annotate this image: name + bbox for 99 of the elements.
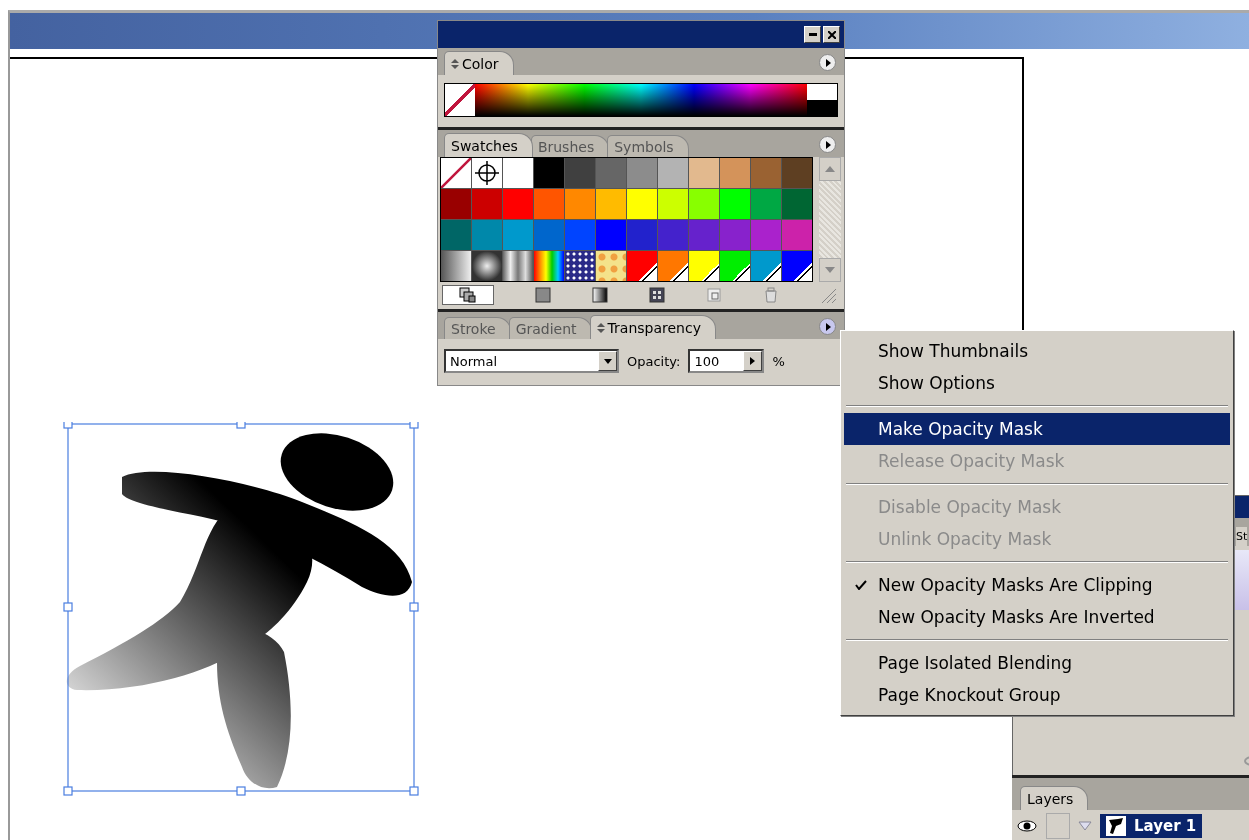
- triangle-right-icon: [823, 140, 832, 149]
- layer-thumbnail-icon: [1106, 816, 1126, 836]
- color-swatch[interactable]: [503, 220, 533, 250]
- menu-item[interactable]: Show Options: [844, 367, 1230, 399]
- blend-mode-dropdown[interactable]: Normal: [444, 349, 619, 373]
- swatch-kinds-icon[interactable]: [442, 285, 494, 305]
- color-swatch[interactable]: [689, 251, 719, 281]
- opacity-label: Opacity:: [627, 353, 681, 369]
- panel-tab[interactable]: Symbols: [607, 135, 689, 157]
- new-swatch-icon[interactable]: [706, 287, 722, 303]
- panel-tab[interactable]: Stroke: [444, 317, 511, 339]
- trash-icon[interactable]: [763, 287, 779, 303]
- dropdown-arrow-icon: [603, 358, 612, 364]
- minimize-icon: [808, 33, 817, 36]
- resize-grip-icon[interactable]: [820, 287, 836, 303]
- color-swatch[interactable]: [751, 220, 781, 250]
- color-swatch[interactable]: [751, 158, 781, 188]
- color-swatch[interactable]: [627, 158, 657, 188]
- color-swatch[interactable]: [782, 220, 812, 250]
- color-spectrum[interactable]: [475, 84, 807, 116]
- color-swatch[interactable]: [658, 251, 688, 281]
- color-swatch[interactable]: [596, 220, 626, 250]
- menu-item[interactable]: New Opacity Masks Are Clipping: [844, 569, 1230, 601]
- panel-menu-button[interactable]: [819, 54, 836, 71]
- menu-item[interactable]: Page Isolated Blending: [844, 647, 1230, 679]
- color-swatch[interactable]: [689, 220, 719, 250]
- gradient-swatch-icon[interactable]: [592, 287, 608, 303]
- scroll-bar[interactable]: [819, 157, 841, 282]
- color-swatch[interactable]: [534, 251, 564, 281]
- color-swatch[interactable]: [751, 189, 781, 219]
- color-swatch[interactable]: [565, 189, 595, 219]
- color-swatch[interactable]: [534, 189, 564, 219]
- color-swatch[interactable]: [472, 220, 502, 250]
- color-swatch[interactable]: [441, 220, 471, 250]
- slider-arrow-icon: [750, 357, 756, 365]
- color-swatch-icon[interactable]: [535, 287, 551, 303]
- menu-item[interactable]: New Opacity Masks Are Inverted: [844, 601, 1230, 633]
- color-swatch[interactable]: [782, 158, 812, 188]
- panel-tab[interactable]: St: [1236, 527, 1248, 546]
- color-swatch[interactable]: [720, 158, 750, 188]
- panel-tab[interactable]: Layers: [1020, 786, 1089, 810]
- none-color-icon[interactable]: [445, 84, 475, 116]
- color-swatch[interactable]: [472, 251, 502, 281]
- triangle-right-icon: [823, 322, 832, 331]
- color-swatch[interactable]: [658, 189, 688, 219]
- color-swatch[interactable]: [503, 158, 533, 188]
- color-swatch[interactable]: [658, 220, 688, 250]
- color-swatch[interactable]: [720, 251, 750, 281]
- color-swatch[interactable]: [627, 251, 657, 281]
- pattern-swatch-icon[interactable]: [649, 287, 665, 303]
- color-swatch[interactable]: [751, 251, 781, 281]
- default-color-swatch[interactable]: [807, 84, 837, 116]
- minimize-button[interactable]: [804, 26, 821, 43]
- panel-tab[interactable]: Swatches: [444, 133, 533, 157]
- color-swatch[interactable]: [565, 220, 595, 250]
- color-swatch[interactable]: [689, 158, 719, 188]
- panel-menu-button[interactable]: [819, 136, 836, 153]
- close-icon: [827, 30, 836, 39]
- panel-menu-button[interactable]: [819, 318, 836, 335]
- panel-tab[interactable]: Gradient: [508, 317, 592, 339]
- eye-icon[interactable]: [1016, 817, 1038, 835]
- lock-toggle[interactable]: [1046, 813, 1070, 839]
- color-swatch[interactable]: [441, 251, 471, 281]
- expand-triangle-icon[interactable]: [1078, 821, 1092, 831]
- color-swatch[interactable]: [689, 189, 719, 219]
- color-swatch[interactable]: [565, 251, 595, 281]
- color-swatch[interactable]: [503, 251, 533, 281]
- percent-label: %: [772, 353, 785, 369]
- color-swatch[interactable]: [503, 189, 533, 219]
- layer-row[interactable]: Layer 1: [1100, 814, 1203, 838]
- color-swatch[interactable]: [658, 158, 688, 188]
- color-swatch[interactable]: [441, 158, 471, 188]
- color-swatch[interactable]: [720, 220, 750, 250]
- expand-arrows-icon: [596, 322, 605, 333]
- color-swatch[interactable]: [720, 189, 750, 219]
- panel-title-bar[interactable]: [438, 21, 844, 48]
- menu-item[interactable]: Make Opacity Mask: [844, 413, 1230, 445]
- color-swatch[interactable]: [627, 220, 657, 250]
- color-swatch[interactable]: [472, 158, 502, 188]
- color-swatch[interactable]: [441, 189, 471, 219]
- color-swatch[interactable]: [627, 189, 657, 219]
- triangle-right-icon: [823, 58, 832, 67]
- color-swatch[interactable]: [782, 189, 812, 219]
- panel-tab[interactable]: Transparency: [589, 315, 716, 339]
- color-swatch[interactable]: [565, 158, 595, 188]
- expand-arrows-icon: [451, 58, 459, 69]
- color-swatch[interactable]: [596, 251, 626, 281]
- opacity-field[interactable]: 100: [688, 349, 765, 373]
- menu-item[interactable]: Show Thumbnails: [844, 335, 1230, 367]
- menu-item[interactable]: Page Knockout Group: [844, 679, 1230, 711]
- color-swatch[interactable]: [596, 189, 626, 219]
- color-swatch[interactable]: [534, 158, 564, 188]
- color-swatch[interactable]: [782, 251, 812, 281]
- close-button[interactable]: [823, 26, 840, 43]
- color-swatch[interactable]: [534, 220, 564, 250]
- panel-tab[interactable]: Color: [444, 51, 514, 75]
- color-swatch[interactable]: [472, 189, 502, 219]
- panel-tab[interactable]: Brushes: [530, 135, 610, 157]
- color-swatch[interactable]: [596, 158, 626, 188]
